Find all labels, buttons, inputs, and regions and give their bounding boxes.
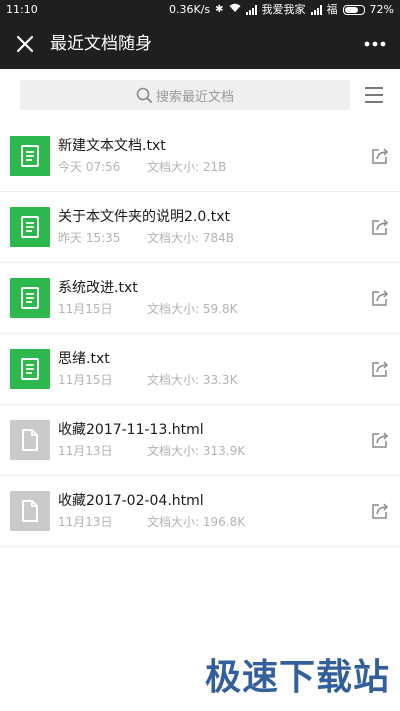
text-document-icon: [10, 207, 50, 247]
share-button[interactable]: [368, 286, 392, 310]
share-icon: [372, 219, 389, 235]
hamburger-menu-icon: [365, 87, 383, 103]
share-button[interactable]: [368, 357, 392, 381]
share-button[interactable]: [368, 215, 392, 239]
screen: 11:10 0.36K/s ✱ 我爱我家 福 72% 最近文档随身 搜索最近文档…: [0, 0, 400, 711]
watermark-logo: 极速下载站: [205, 657, 391, 698]
file-name: 关于本文件夹的说明2.0.txt: [58, 209, 230, 225]
file-item[interactable]: 思绪.txt 11月15日 文档大小: 33.3K: [0, 334, 400, 405]
search-icon: [136, 87, 152, 103]
file-size: 文档大小: 196.8K: [147, 515, 246, 529]
share-icon: [372, 148, 389, 164]
bluetooth-icon: ✱: [215, 4, 224, 15]
file-size: 文档大小: 59.8K: [147, 302, 238, 316]
file-item[interactable]: 系统改进.txt 11月15日 文档大小: 59.8K: [0, 263, 400, 334]
status-right: 0.36K/s ✱ 我爱我家 福 72%: [169, 0, 394, 20]
close-button[interactable]: [10, 29, 40, 59]
file-name: 新建文本文档.txt: [58, 138, 166, 154]
file-date: 今天 07:56: [58, 160, 121, 174]
file-item[interactable]: 关于本文件夹的说明2.0.txt 昨天 15:35 文档大小: 784B: [0, 192, 400, 263]
file-size: 文档大小: 784B: [147, 231, 234, 245]
signal-icon-1: [245, 5, 257, 15]
page-title: 最近文档随身: [50, 34, 152, 54]
share-icon: [372, 290, 389, 306]
wifi-icon: [229, 0, 241, 20]
file-list: 新建文本文档.txt 今天 07:56 文档大小: 21B 关于本文件夹的说明2…: [0, 121, 400, 547]
more-dots-icon: [364, 41, 386, 47]
file-name: 收藏2017-11-13.html: [58, 422, 204, 438]
battery-level: 72%: [369, 3, 394, 16]
share-icon: [372, 432, 389, 448]
file-date: 11月15日: [58, 373, 113, 387]
file-date: 11月13日: [58, 444, 113, 458]
search-row: 搜索最近文档: [0, 69, 400, 121]
file-item[interactable]: 收藏2017-11-13.html 11月13日 文档大小: 313.9K: [0, 405, 400, 476]
title-bar: 最近文档随身: [0, 20, 400, 69]
file-size: 文档大小: 33.3K: [147, 373, 238, 387]
status-time: 11:10: [6, 3, 38, 16]
file-date: 11月15日: [58, 302, 113, 316]
share-button[interactable]: [368, 428, 392, 452]
carrier-1: 我爱我家: [261, 3, 306, 16]
battery-icon: [342, 5, 365, 15]
file-item[interactable]: 收藏2017-02-04.html 11月13日 文档大小: 196.8K: [0, 476, 400, 547]
search-input[interactable]: 搜索最近文档: [20, 80, 350, 110]
file-item[interactable]: 新建文本文档.txt 今天 07:56 文档大小: 21B: [0, 121, 400, 192]
text-document-icon: [10, 136, 50, 176]
text-document-icon: [10, 278, 50, 318]
text-document-icon: [10, 349, 50, 389]
status-bar: 11:10 0.36K/s ✱ 我爱我家 福 72%: [0, 0, 400, 20]
share-icon: [372, 503, 389, 519]
carrier-2: 福: [326, 3, 338, 16]
network-speed: 0.36K/s: [169, 3, 211, 16]
search-placeholder: 搜索最近文档: [155, 89, 234, 105]
share-button[interactable]: [368, 499, 392, 523]
html-document-icon: [10, 491, 50, 531]
file-size: 文档大小: 313.9K: [147, 444, 246, 458]
close-icon: [16, 35, 34, 53]
file-name: 系统改进.txt: [58, 280, 138, 296]
file-size: 文档大小: 21B: [147, 160, 227, 174]
share-icon: [372, 361, 389, 377]
signal-icon-2: [310, 5, 322, 15]
more-button[interactable]: [360, 29, 390, 59]
file-name: 收藏2017-02-04.html: [58, 493, 204, 509]
html-document-icon: [10, 420, 50, 460]
file-date: 昨天 15:35: [58, 231, 121, 245]
file-date: 11月13日: [58, 515, 113, 529]
menu-button[interactable]: [362, 83, 386, 107]
file-name: 思绪.txt: [58, 351, 110, 367]
share-button[interactable]: [368, 144, 392, 168]
